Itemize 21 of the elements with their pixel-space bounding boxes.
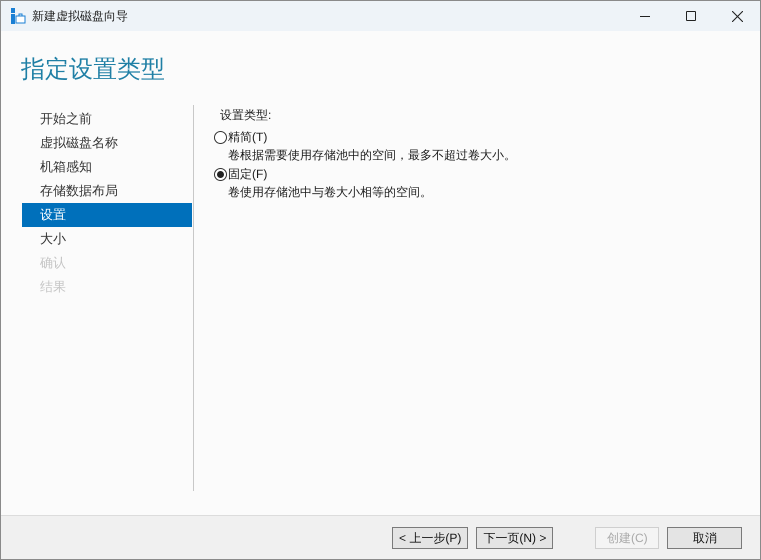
window-title: 新建虚拟磁盘向导 bbox=[32, 8, 128, 25]
close-icon[interactable] bbox=[732, 10, 742, 22]
radio-button[interactable] bbox=[214, 130, 227, 144]
step-item[interactable]: 设置 bbox=[22, 203, 192, 227]
wizard-button[interactable]: 下一页(N) > bbox=[476, 526, 554, 548]
step-item[interactable]: 存储数据布局 bbox=[22, 179, 192, 203]
radio-label[interactable]: 精简(T) bbox=[228, 128, 268, 146]
wizard-button[interactable]: 取消 bbox=[667, 526, 742, 548]
step-item[interactable]: 虚拟磁盘名称 bbox=[22, 131, 192, 155]
step-item[interactable]: 开始之前 bbox=[22, 107, 192, 131]
radio-button[interactable] bbox=[214, 168, 227, 180]
maximize-icon[interactable] bbox=[686, 11, 696, 21]
wizard-button[interactable]: < 上一步(P) bbox=[392, 526, 468, 548]
option-description: 卷使用存储池中与卷大小相等的空间。 bbox=[228, 184, 433, 201]
group-label: 设置类型: bbox=[220, 107, 272, 123]
option-description: 卷根据需要使用存储池中的空间，最多不超过卷大小。 bbox=[228, 147, 516, 164]
radio-label[interactable]: 固定(F) bbox=[228, 165, 268, 183]
step-item[interactable]: 机箱感知 bbox=[22, 155, 192, 179]
page-title: 指定设置类型 bbox=[21, 55, 166, 85]
step-item[interactable]: 大小 bbox=[22, 227, 192, 251]
wizard-icon bbox=[10, 8, 26, 24]
